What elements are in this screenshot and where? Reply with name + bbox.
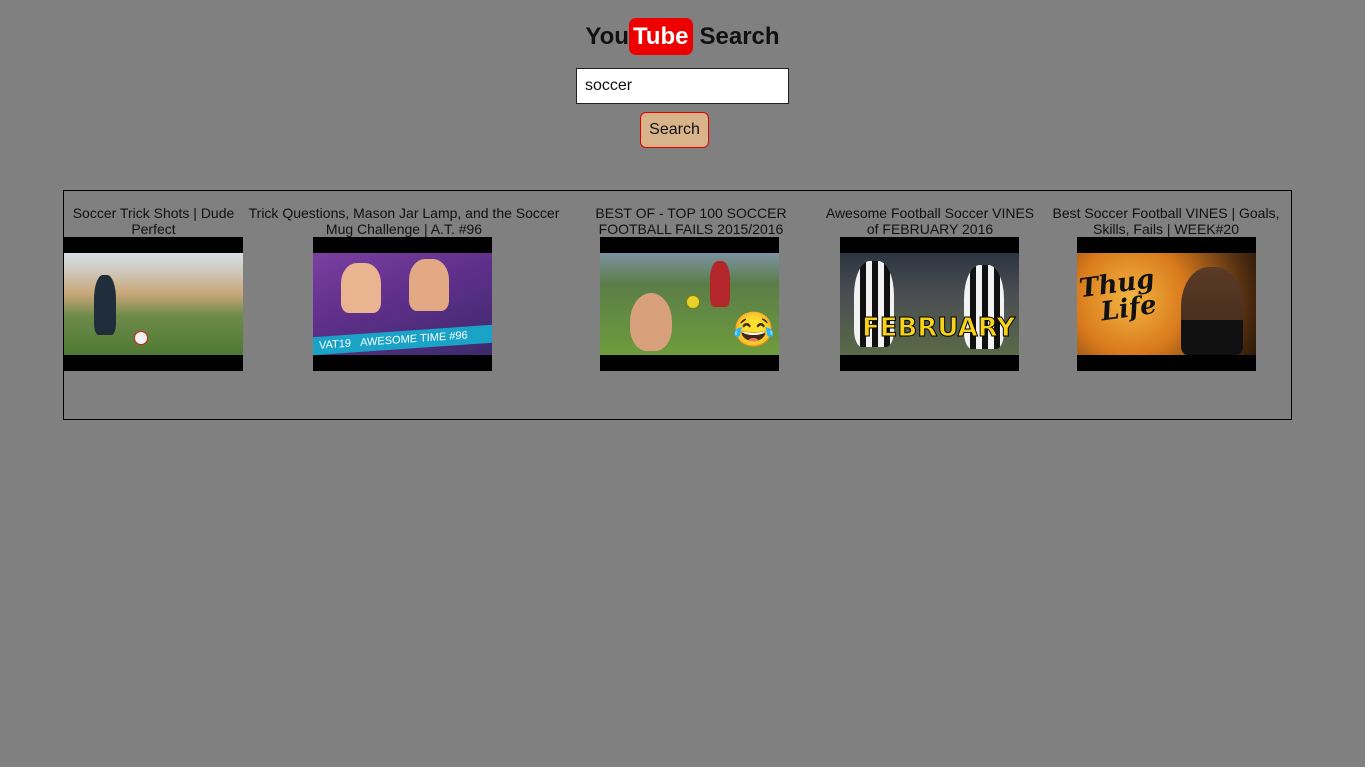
result-item[interactable]: Trick Questions, Mason Jar Lamp, and the… (244, 205, 564, 237)
life-word: Life (1098, 289, 1159, 328)
thug-life-thumbnail: Thug Life (1077, 253, 1256, 355)
result-item[interactable]: Soccer Trick Shots | Dude Perfect (64, 205, 243, 237)
search-input[interactable] (576, 68, 789, 104)
ball-icon (134, 331, 148, 345)
laughing-emoji-icon: 😂 (732, 311, 775, 349)
result-thumbnail[interactable]: 😂 (600, 237, 779, 371)
result-title[interactable]: Trick Questions, Mason Jar Lamp, and the… (244, 205, 564, 237)
awesome-time-banner: VAT19 AWESOME TIME #96 (313, 324, 492, 356)
search-results-container: Soccer Trick Shots | Dude Perfect Trick … (63, 190, 1292, 420)
app-header: You Tube Search (0, 18, 1365, 55)
result-thumbnail[interactable]: FEBRUARY (840, 237, 1019, 371)
result-thumbnail[interactable]: VAT19 AWESOME TIME #96 (313, 237, 492, 371)
result-title[interactable]: Awesome Football Soccer VINES of FEBRUAR… (824, 205, 1036, 237)
result-item[interactable]: Awesome Football Soccer VINES of FEBRUAR… (824, 205, 1036, 237)
result-title[interactable]: Best Soccer Football VINES | Goals, Skil… (1050, 205, 1282, 237)
player-figure (710, 261, 730, 307)
logo-you-text: You (585, 23, 629, 50)
person-figure (341, 263, 381, 313)
vat19-awesome-time-thumbnail: VAT19 AWESOME TIME #96 (313, 253, 492, 356)
result-thumbnail[interactable] (64, 237, 243, 371)
vat19-logo-text: VAT19 (319, 337, 351, 352)
february-overlay-text: FEBRUARY (861, 313, 1016, 344)
result-title[interactable]: Soccer Trick Shots | Dude Perfect (64, 205, 243, 237)
soccer-fails-thumbnail: 😂 (600, 253, 779, 355)
logo-tube-badge: Tube (628, 18, 693, 55)
awesome-time-text: AWESOME TIME #96 (360, 329, 468, 349)
result-thumbnail[interactable]: Thug Life (1077, 237, 1256, 371)
search-button[interactable]: Search (640, 112, 709, 148)
result-title[interactable]: BEST OF - TOP 100 SOCCER FOOTBALL FAILS … (586, 205, 796, 237)
face-figure (630, 293, 672, 351)
logo-search-text: Search (699, 23, 780, 50)
player-figure (94, 275, 116, 335)
ball-icon (686, 295, 700, 309)
football-vines-february-thumbnail: FEBRUARY (840, 253, 1019, 355)
person-figure (409, 259, 449, 311)
youtube-search-logo: You Tube Search (585, 18, 780, 55)
thug-life-overlay-text: Thug Life (1077, 264, 1160, 328)
soccer-trick-shots-thumbnail (64, 253, 243, 355)
result-item[interactable]: BEST OF - TOP 100 SOCCER FOOTBALL FAILS … (586, 205, 796, 237)
result-item[interactable]: Best Soccer Football VINES | Goals, Skil… (1050, 205, 1282, 237)
player-figure (1181, 267, 1243, 355)
